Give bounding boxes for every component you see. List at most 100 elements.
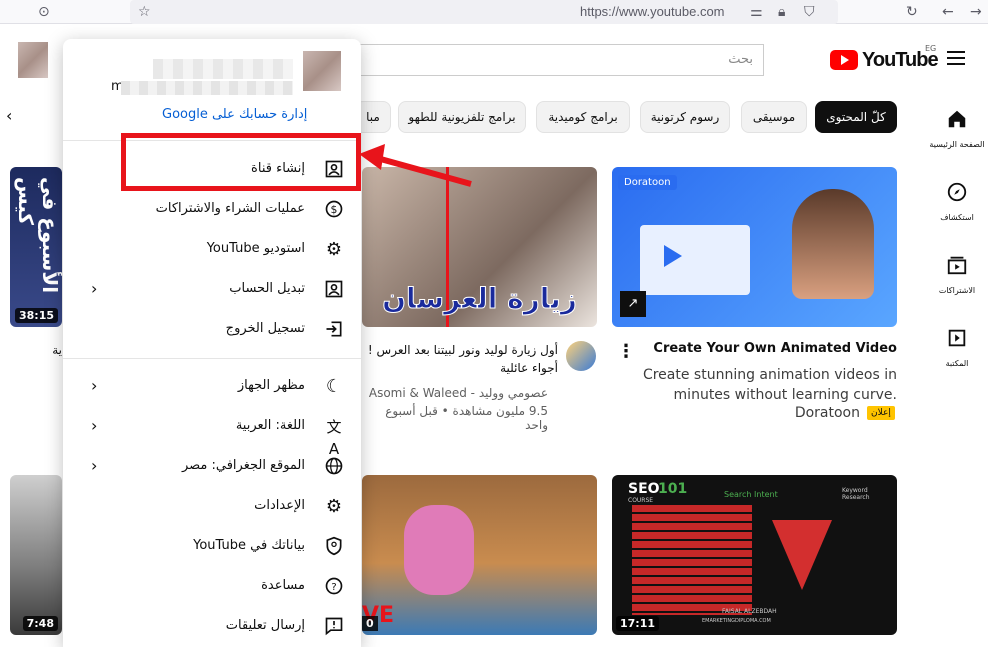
video-thumbnail[interactable]: 7:48 <box>10 475 62 635</box>
menu-item-location[interactable]: الموقع الجغرافي: مصر ‹ <box>63 447 361 487</box>
chip-all[interactable]: كلّ المحتوى <box>815 101 897 133</box>
sidebar-item-library[interactable]: المكتبة <box>926 327 988 368</box>
ad-thumbnail[interactable]: Doratoon ↗ <box>612 167 897 327</box>
sidebar-label: الصفحة الرئيسية <box>929 140 985 149</box>
dollar-icon: $ <box>323 199 345 221</box>
explore-icon <box>947 182 967 202</box>
menu-hamburger-icon[interactable] <box>947 51 965 65</box>
ad-badge: إعلان <box>867 406 895 420</box>
menu-item-help[interactable]: ? مساعدة <box>63 567 361 607</box>
avatar <box>303 51 341 91</box>
ad-title[interactable]: Create Your Own Animated Video <box>640 341 897 356</box>
globe-icon <box>323 456 345 478</box>
menu-item-label: الموقع الجغرافي: مصر <box>181 458 305 473</box>
menu-divider <box>63 358 361 359</box>
video-duration: 0 <box>362 616 378 631</box>
video-title[interactable]: أول زيارة لوليد ونور لبيتنا بعد العرس ! <box>362 343 558 357</box>
menu-item-sign-out[interactable]: تسجيل الخروج <box>63 310 361 350</box>
menu-item-switch-account[interactable]: تبديل الحساب ‹ <box>63 270 361 310</box>
sidebar-item-subscriptions[interactable]: الاشتراكات <box>926 254 988 295</box>
menu-item-label: مساعدة <box>261 578 305 593</box>
ad-illustration <box>640 225 750 295</box>
channel-name[interactable]: عصومي ووليد - Asomi & Waleed <box>362 386 548 400</box>
search-placeholder: بحث <box>728 52 753 67</box>
ad-description: Create stunning animation videos in minu… <box>642 367 897 403</box>
library-icon <box>948 329 966 347</box>
menu-item-label: استوديو YouTube <box>206 241 305 256</box>
sidebar-label: الاشتراكات <box>938 286 976 295</box>
sidebar-label: المكتبة <box>945 359 969 368</box>
moon-icon: ☾ <box>325 376 343 397</box>
seo-list <box>632 505 752 615</box>
menu-item-your-data[interactable]: بياناتك في YouTube <box>63 527 361 567</box>
back-icon[interactable]: ← <box>942 3 954 21</box>
lock-icon[interactable]: 🔒︎ <box>778 3 785 21</box>
url-text[interactable]: https://www.youtube.com <box>580 4 725 19</box>
help-icon: ? <box>323 576 345 598</box>
avatar[interactable] <box>18 42 48 78</box>
chevron-left-icon[interactable]: ‹ <box>6 106 12 125</box>
menu-item-label: بياناتك في YouTube <box>193 538 305 553</box>
seo-footer-site: EMARKETINGDIPLOMA.COM <box>702 618 771 624</box>
video-thumbnail[interactable]: SEO 101 COURSE Search Intent Keyword Res… <box>612 475 897 635</box>
account-name-blurred <box>153 59 293 79</box>
video-thumbnail[interactable]: VE 0 <box>362 475 597 635</box>
chip-cartoons[interactable]: رسوم كرتونية <box>640 101 730 133</box>
pocket-icon[interactable]: ⊙ <box>38 3 50 21</box>
sidebar-label: استكشاف <box>940 213 974 222</box>
seo-number: 101 <box>658 481 688 497</box>
menu-item-purchases[interactable]: $ عمليات الشراء والاشتراكات <box>63 190 361 230</box>
menu-item-studio[interactable]: ⚙ استوديو YouTube <box>63 230 361 270</box>
video-title[interactable]: ية <box>10 343 62 357</box>
sidebar-item-explore[interactable]: استكشاف <box>926 181 988 222</box>
region-code: EG <box>925 44 937 53</box>
forward-icon[interactable]: → <box>970 3 982 21</box>
reload-icon[interactable]: ↻ <box>906 3 918 21</box>
menu-item-label: اللغة: العربية <box>235 418 305 433</box>
sign-out-icon <box>323 319 345 341</box>
video-duration: 7:48 <box>22 616 58 631</box>
translate-icon: 文A <box>326 418 342 458</box>
menu-item-appearance[interactable]: ☾ مظهر الجهاز ‹ <box>63 367 361 407</box>
cartoon-character <box>404 505 474 595</box>
shield-icon[interactable]: ⛉ <box>804 3 815 21</box>
chevron-left-icon: ‹ <box>91 279 98 298</box>
seo-col2: Keyword Research <box>842 487 870 501</box>
annotation-arrow <box>359 144 472 187</box>
permissions-icon[interactable]: ⚌ <box>750 3 763 21</box>
privacy-shield-icon <box>323 536 345 558</box>
youtube-logo[interactable]: YouTube <box>830 49 939 71</box>
play-icon <box>664 245 682 267</box>
browser-toolbar: ⊙ ☆ https://www.youtube.com ⚌ 🔒︎ ⛉ ↻ ← → <box>0 0 988 24</box>
svg-text:?: ? <box>331 582 336 593</box>
external-link-icon[interactable]: ↗ <box>620 291 646 317</box>
chip-comedy[interactable]: برامج كوميدية <box>536 101 630 133</box>
ad-brand-label: Doratoon <box>618 175 677 190</box>
search-input[interactable]: بحث <box>356 44 764 76</box>
studio-gear-icon: ⚙ <box>325 239 343 260</box>
ad-advertiser[interactable]: Doratoon <box>760 405 860 421</box>
manage-account-link[interactable]: إدارة حسابك على Google <box>162 107 307 122</box>
bookmark-star-icon[interactable]: ☆ <box>138 3 151 21</box>
settings-gear-icon: ⚙ <box>325 496 343 517</box>
chip-cooking[interactable]: برامج تلفزيونية للطهو <box>398 101 526 133</box>
switch-account-icon <box>323 279 345 301</box>
video-title-line2[interactable]: أجواء عائلية <box>362 361 558 375</box>
menu-item-language[interactable]: 文A اللغة: العربية ‹ <box>63 407 361 458</box>
url-bar[interactable]: ☆ <box>130 0 838 24</box>
seo-sub: COURSE <box>628 497 654 504</box>
thumb-text: زيارة العرسان <box>382 282 578 316</box>
menu-item-label: مظهر الجهاز <box>237 378 305 393</box>
channel-avatar[interactable] <box>566 341 596 371</box>
video-thumbnail[interactable]: الأسبوع في كيس 38:15 <box>10 167 62 327</box>
seo-label: SEO <box>628 481 660 497</box>
chip-music[interactable]: موسيقى <box>741 101 807 133</box>
youtube-play-icon <box>830 50 858 70</box>
menu-item-feedback[interactable]: إرسال تعليقات <box>63 607 361 647</box>
seo-col1: Search Intent <box>724 490 778 499</box>
video-thumbnail[interactable]: زيارة العرسان <box>362 167 597 327</box>
menu-item-settings[interactable]: ⚙ الإعدادات <box>63 487 361 527</box>
video-meta: 9.5 مليون مشاهدة • قبل أسبوع واحد <box>385 404 548 432</box>
more-options-icon[interactable]: ⋮ <box>617 341 635 362</box>
sidebar-item-home[interactable]: الصفحة الرئيسية <box>926 108 988 149</box>
